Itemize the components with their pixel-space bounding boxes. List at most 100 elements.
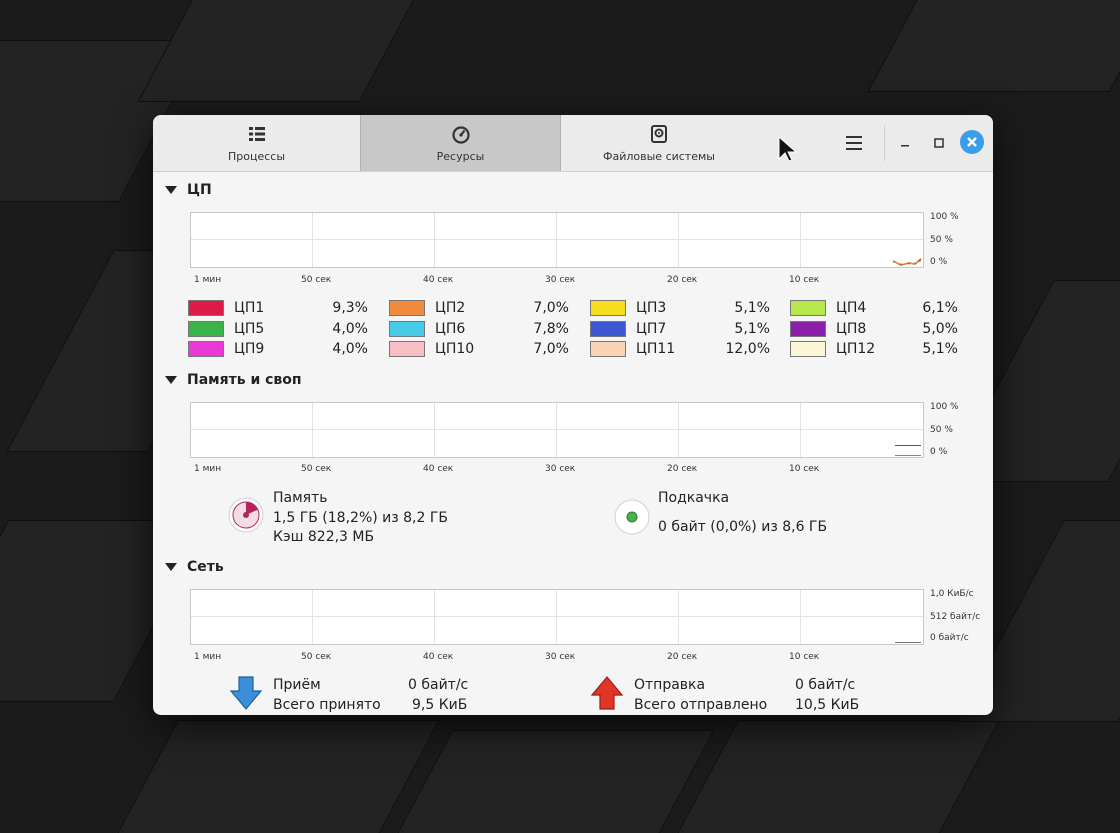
network-usage-line bbox=[895, 642, 921, 643]
time-tick: 40 сек bbox=[423, 652, 454, 662]
memory-section-toggle[interactable]: Память и своп bbox=[165, 372, 302, 388]
color-swatch[interactable] bbox=[790, 321, 826, 337]
time-tick: 50 сек bbox=[301, 464, 332, 474]
mouse-cursor bbox=[778, 135, 798, 162]
color-swatch[interactable] bbox=[790, 300, 826, 316]
memory-pie-icon[interactable] bbox=[228, 497, 264, 533]
network-section-title: Сеть bbox=[187, 559, 224, 575]
memory-label: Память bbox=[273, 490, 328, 506]
expand-arrow-icon bbox=[165, 563, 177, 571]
cpu-legend-item[interactable]: ЦП2 7,0% bbox=[389, 300, 569, 318]
color-swatch[interactable] bbox=[590, 341, 626, 357]
color-swatch[interactable] bbox=[389, 341, 425, 357]
close-button[interactable] bbox=[960, 130, 984, 154]
color-swatch[interactable] bbox=[790, 341, 826, 357]
network-y-label-bottom: 0 байт/с bbox=[930, 633, 969, 643]
receive-label: Приём bbox=[273, 677, 321, 693]
cpu-legend-item[interactable]: ЦП8 5,0% bbox=[790, 321, 958, 339]
time-tick: 10 сек bbox=[789, 652, 820, 662]
send-label: Отправка bbox=[634, 677, 706, 693]
cpu-graph bbox=[190, 212, 924, 268]
time-tick: 1 мин bbox=[194, 275, 222, 285]
memory-y-label-bottom: 0 % bbox=[930, 447, 948, 457]
tab-resources-label: Ресурсы bbox=[436, 150, 485, 163]
maximize-icon bbox=[934, 138, 944, 148]
cpu-legend-item[interactable]: ЦП7 5,1% bbox=[590, 321, 770, 339]
minimize-button[interactable] bbox=[893, 131, 917, 155]
memory-y-label-top: 100 % bbox=[930, 402, 959, 412]
network-y-label-top: 1,0 КиБ/с bbox=[930, 589, 974, 599]
time-tick: 50 сек bbox=[301, 652, 332, 662]
cpu-legend-item[interactable]: ЦП1 9,3% bbox=[188, 300, 368, 318]
color-swatch[interactable] bbox=[590, 321, 626, 337]
memory-cache: Кэш 822,3 МБ bbox=[273, 529, 375, 545]
time-tick: 10 сек bbox=[789, 464, 820, 474]
color-swatch[interactable] bbox=[188, 300, 224, 316]
time-tick: 30 сек bbox=[545, 464, 576, 474]
tab-filesystems-label: Файловые системы bbox=[603, 150, 715, 163]
time-tick: 1 мин bbox=[194, 464, 222, 474]
cpu-y-label-mid: 50 % bbox=[930, 235, 953, 245]
close-icon bbox=[967, 137, 977, 147]
network-graph bbox=[190, 589, 924, 645]
swap-usage-line bbox=[895, 455, 921, 456]
cpu-legend-item[interactable]: ЦП4 6,1% bbox=[790, 300, 958, 318]
hamburger-icon bbox=[846, 136, 862, 150]
tab-resources[interactable]: Ресурсы bbox=[360, 115, 561, 171]
time-tick: 30 сек bbox=[545, 652, 576, 662]
menu-button[interactable] bbox=[839, 130, 869, 156]
memory-graph bbox=[190, 402, 924, 458]
memory-used: 1,5 ГБ (18,2%) из 8,2 ГБ bbox=[273, 510, 449, 526]
cpu-legend-item[interactable]: ЦП12 5,1% bbox=[790, 341, 958, 359]
send-total: 10,5 КиБ bbox=[795, 697, 860, 713]
tab-processes-label: Процессы bbox=[227, 150, 286, 163]
receive-total-label: Всего принято bbox=[273, 697, 381, 713]
minimize-icon bbox=[901, 145, 909, 147]
upload-arrow-icon[interactable] bbox=[590, 675, 624, 711]
cpu-legend-item[interactable]: ЦП5 4,0% bbox=[188, 321, 368, 339]
cpu-legend-item[interactable]: ЦП11 12,0% bbox=[590, 341, 770, 359]
cpu-legend-item[interactable]: ЦП10 7,0% bbox=[389, 341, 569, 359]
system-monitor-window: Процессы Ресурсы Файловые системы ЦП 100… bbox=[153, 115, 993, 715]
time-tick: 20 сек bbox=[667, 652, 698, 662]
memory-usage-line bbox=[895, 445, 921, 446]
send-rate: 0 байт/с bbox=[795, 677, 856, 693]
network-section-toggle[interactable]: Сеть bbox=[165, 559, 224, 575]
memory-y-label-mid: 50 % bbox=[930, 425, 953, 435]
time-tick: 20 сек bbox=[667, 464, 698, 474]
color-swatch[interactable] bbox=[389, 321, 425, 337]
time-tick: 40 сек bbox=[423, 464, 454, 474]
color-swatch[interactable] bbox=[590, 300, 626, 316]
color-swatch[interactable] bbox=[389, 300, 425, 316]
network-y-label-mid: 512 байт/с bbox=[930, 612, 981, 622]
download-arrow-icon[interactable] bbox=[229, 675, 263, 711]
tab-filesystems[interactable]: Файловые системы bbox=[559, 115, 759, 171]
disk-icon bbox=[651, 125, 667, 143]
cpu-usage-line bbox=[892, 258, 922, 266]
expand-arrow-icon bbox=[165, 186, 177, 194]
receive-total: 9,5 КиБ bbox=[412, 697, 468, 713]
list-icon bbox=[248, 127, 265, 141]
expand-arrow-icon bbox=[165, 376, 177, 384]
time-tick: 10 сек bbox=[789, 275, 820, 285]
swap-pie-icon[interactable] bbox=[614, 499, 650, 535]
send-total-label: Всего отправлено bbox=[634, 697, 768, 713]
swap-used: 0 байт (0,0%) из 8,6 ГБ bbox=[658, 519, 828, 535]
swap-label: Подкачка bbox=[658, 490, 730, 506]
header-separator bbox=[884, 125, 885, 161]
tab-processes[interactable]: Процессы bbox=[153, 115, 360, 171]
cpu-legend-item[interactable]: ЦП3 5,1% bbox=[590, 300, 770, 318]
memory-section-title: Память и своп bbox=[187, 372, 302, 388]
color-swatch[interactable] bbox=[188, 341, 224, 357]
time-tick: 50 сек bbox=[301, 275, 332, 285]
color-swatch[interactable] bbox=[188, 321, 224, 337]
cpu-section-toggle[interactable]: ЦП bbox=[165, 182, 212, 198]
header-bar: Процессы Ресурсы Файловые системы bbox=[153, 115, 993, 172]
gauge-icon bbox=[451, 126, 470, 144]
cpu-section-title: ЦП bbox=[187, 182, 212, 198]
maximize-button[interactable] bbox=[927, 131, 951, 155]
time-tick: 1 мин bbox=[194, 652, 222, 662]
cpu-legend-item[interactable]: ЦП9 4,0% bbox=[188, 341, 368, 359]
cpu-legend-item[interactable]: ЦП6 7,8% bbox=[389, 321, 569, 339]
cpu-y-label-top: 100 % bbox=[930, 212, 959, 222]
